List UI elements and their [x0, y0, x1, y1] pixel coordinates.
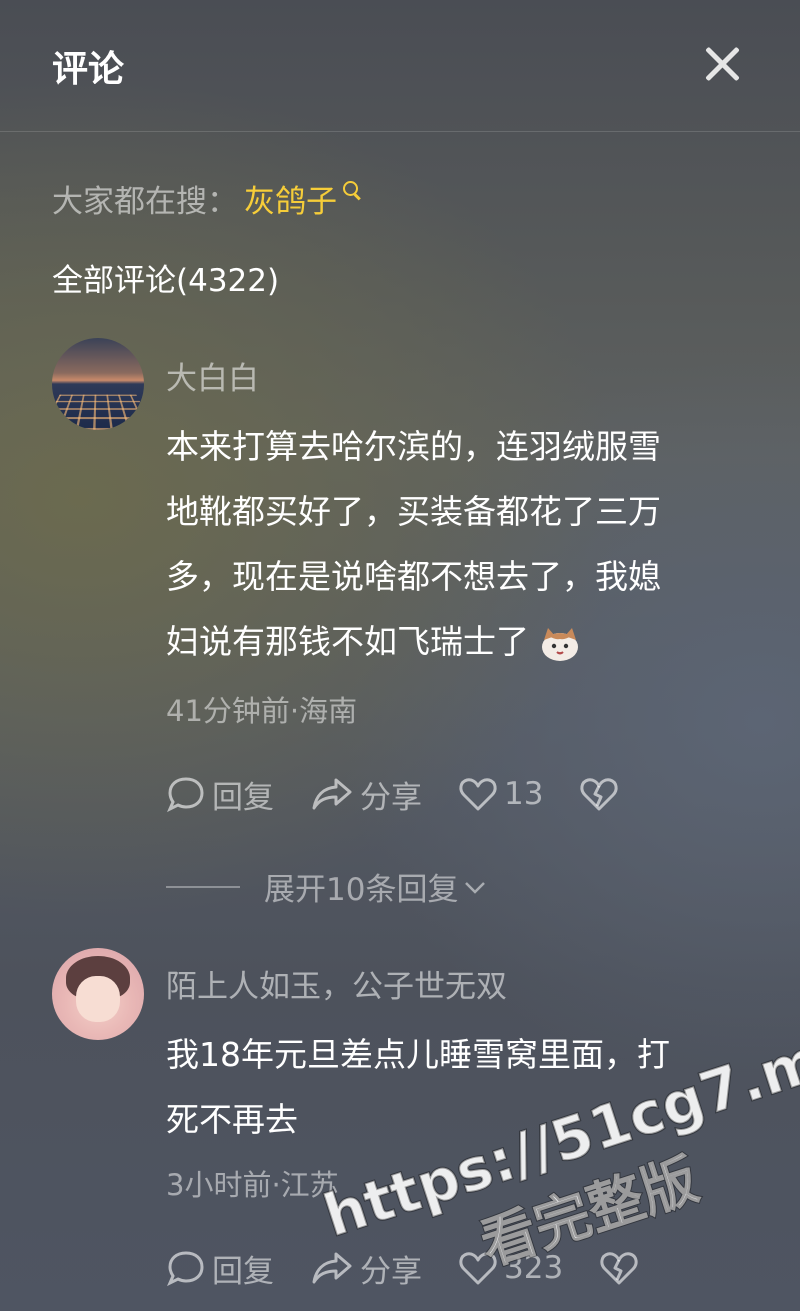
dislike-button[interactable] — [599, 1250, 645, 1286]
like-button[interactable]: 13 — [458, 776, 543, 812]
comment-bubble-icon — [167, 777, 204, 813]
comment-actions: 回复 分享 323 — [166, 1246, 681, 1290]
trending-search: 大家都在搜： 灰鸽子 — [52, 176, 361, 221]
comment-text-line: 妇说有那钱不如飞瑞士了 — [166, 609, 736, 674]
comment-username[interactable]: 陌上人如玉，公子世无双 — [166, 961, 507, 1006]
comment-time-location: 41分钟前·海南 — [166, 694, 358, 728]
reply-button[interactable]: 回复 — [166, 772, 274, 817]
share-label: 分享 — [360, 779, 422, 816]
share-arrow-icon — [312, 1252, 352, 1284]
heart-icon — [459, 778, 497, 811]
comment-text: 本来打算去哈尔滨的，连羽绒服雪 地靴都买好了，买装备都花了三万 多，现在是说啥都… — [166, 414, 736, 674]
broken-heart-icon — [600, 1252, 638, 1285]
share-arrow-icon — [312, 778, 352, 810]
comment-text-line: 死不再去 — [166, 1100, 298, 1139]
comment-actions: 回复 分享 13 — [166, 772, 661, 816]
divider — [166, 885, 240, 888]
all-comments-count: 全部评论(4322) — [52, 263, 280, 299]
share-button[interactable]: 分享 — [310, 1246, 422, 1291]
avatar[interactable] — [52, 948, 144, 1040]
expand-replies-label: 展开10条回复 — [264, 872, 459, 908]
trending-search-label: 大家都在搜： — [52, 184, 238, 220]
comment-username[interactable]: 大白白 — [166, 353, 259, 398]
reply-label: 回复 — [212, 779, 274, 816]
close-icon[interactable] — [700, 42, 744, 86]
comment-text-line: 本来打算去哈尔滨的，连羽绒服雪 — [166, 427, 661, 466]
comment-text-line-content: 妇说有那钱不如飞瑞士了 — [166, 622, 529, 661]
comment-bubble-icon — [167, 1251, 204, 1287]
reply-label: 回复 — [212, 1253, 274, 1290]
search-icon[interactable] — [343, 180, 361, 199]
comment-time-location: 3小时前·江苏 — [166, 1168, 339, 1202]
expand-replies-button[interactable]: 展开10条回复 — [166, 864, 488, 909]
comment-text-line: 地靴都买好了，买装备都花了三万 — [166, 492, 661, 531]
comment-text-line: 多，现在是说啥都不想去了，我媳 — [166, 557, 661, 596]
cat-emoji-icon — [542, 627, 578, 661]
comment-text: 我18年元旦差点儿睡雪窝里面，打 死不再去 — [166, 1022, 736, 1152]
broken-heart-icon — [580, 778, 619, 811]
comments-panel: 评论 大家都在搜： 灰鸽子 全部评论(4322) 大白白 本来打算去哈尔滨的，连… — [0, 0, 800, 1311]
avatar[interactable] — [52, 338, 144, 430]
panel-title: 评论 — [52, 49, 125, 90]
heart-icon — [459, 1252, 497, 1285]
share-label: 分享 — [360, 1253, 422, 1290]
panel-header: 评论 — [0, 0, 800, 132]
trending-search-term[interactable]: 灰鸽子 — [244, 176, 337, 221]
comment-text-line: 我18年元旦差点儿睡雪窝里面，打 — [166, 1035, 670, 1074]
like-count: 323 — [504, 1250, 564, 1286]
reply-button[interactable]: 回复 — [166, 1246, 274, 1291]
dislike-button[interactable] — [579, 776, 625, 812]
share-button[interactable]: 分享 — [310, 772, 422, 817]
like-button[interactable]: 323 — [458, 1250, 563, 1286]
like-count: 13 — [504, 776, 544, 812]
chevron-down-icon — [465, 881, 486, 894]
